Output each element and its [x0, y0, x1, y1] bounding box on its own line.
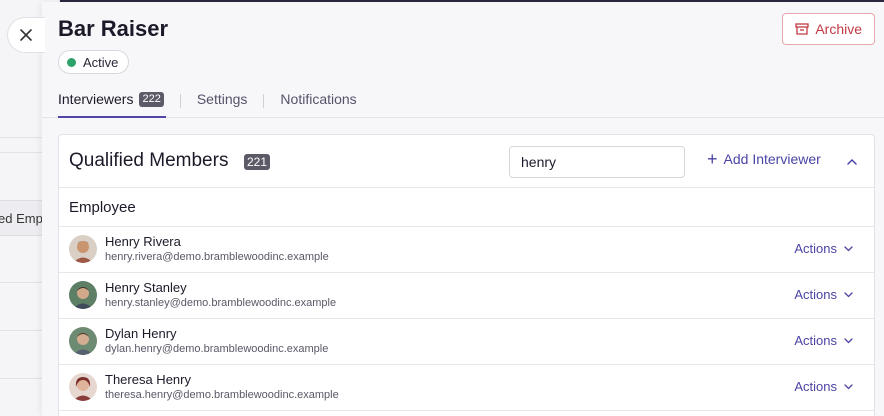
status-dot-icon	[67, 57, 76, 67]
actions-dropdown[interactable]: Actions	[794, 333, 854, 348]
background-divider	[0, 282, 42, 283]
actions-label: Actions	[794, 241, 837, 256]
actions-label: Actions	[794, 333, 837, 348]
member-name: Henry Stanley	[105, 280, 187, 295]
tab-label: Settings	[196, 91, 248, 107]
actions-label: Actions	[794, 379, 837, 394]
tab-divider	[179, 94, 181, 108]
archive-button[interactable]: Archive	[782, 13, 875, 45]
member-search-input[interactable]	[509, 146, 685, 178]
tab-bar: Interviewers 222 Settings Notifications	[58, 84, 357, 118]
background-divider	[0, 152, 42, 153]
interviewer-pool-drawer: Bar Raiser Active Archive Interviewers 2…	[42, 2, 884, 416]
tab-divider	[263, 94, 265, 108]
member-email: theresa.henry@demo.bramblewoodinc.exampl…	[105, 389, 339, 401]
avatar	[69, 281, 97, 309]
status-badge: Active	[58, 50, 130, 74]
add-interviewer-label: Add Interviewer	[723, 151, 821, 167]
status-label: Active	[83, 54, 119, 70]
member-row: Theresa Henry theresa.henry@demo.bramble…	[59, 365, 874, 411]
member-email: dylan.henry@demo.bramblewoodinc.example	[105, 343, 329, 355]
card-title: Qualified Members	[69, 150, 229, 171]
member-email: henry.stanley@demo.bramblewoodinc.exampl…	[105, 297, 337, 309]
actions-label: Actions	[794, 287, 837, 302]
actions-dropdown[interactable]: Actions	[794, 287, 854, 302]
person-photo-icon	[69, 373, 97, 401]
actions-dropdown[interactable]: Actions	[794, 241, 854, 256]
tab-count-badge: 222	[139, 92, 164, 107]
background-table-cell: ed Empl	[0, 200, 42, 236]
members-count-badge: 221	[244, 154, 271, 170]
person-photo-icon	[69, 281, 97, 309]
page-title: Bar Raiser	[58, 16, 169, 41]
tab-notifications[interactable]: Notifications	[280, 84, 356, 118]
card-header: Qualified Members 221 + Add Interviewer	[59, 135, 874, 188]
member-row: Dylan Henry dylan.henry@demo.bramblewood…	[59, 319, 874, 365]
actions-dropdown[interactable]: Actions	[794, 379, 854, 394]
chevron-down-icon	[844, 292, 853, 298]
member-row: Henry Rivera henry.rivera@demo.bramblewo…	[59, 227, 874, 273]
member-email: henry.rivera@demo.bramblewoodinc.example	[105, 251, 329, 263]
plus-icon: +	[707, 149, 718, 169]
chevron-down-icon	[844, 384, 853, 390]
avatar	[69, 373, 97, 401]
background-divider	[0, 330, 42, 331]
chevron-down-icon	[844, 338, 853, 344]
background-divider	[0, 137, 42, 138]
chevron-up-icon[interactable]	[845, 155, 859, 169]
avatar	[69, 235, 97, 263]
avatar	[69, 327, 97, 355]
close-icon	[20, 29, 32, 41]
tab-label: Notifications	[280, 91, 357, 107]
group-heading: Employee	[59, 188, 874, 227]
background-cell-text: ed Empl	[0, 211, 42, 226]
add-interviewer-button[interactable]: + Add Interviewer	[707, 149, 821, 169]
member-name: Dylan Henry	[105, 326, 177, 341]
member-name: Theresa Henry	[105, 372, 191, 387]
archive-icon	[795, 23, 809, 35]
archive-label: Archive	[815, 21, 862, 37]
tab-interviewers[interactable]: Interviewers 222	[58, 84, 166, 118]
person-photo-icon	[69, 327, 97, 355]
tab-label: Interviewers	[58, 91, 134, 107]
drawer-header: Bar Raiser Active Archive Interviewers 2…	[42, 2, 884, 118]
tab-settings[interactable]: Settings	[197, 84, 248, 118]
member-name: Henry Rivera	[105, 234, 181, 249]
chevron-down-icon	[844, 246, 853, 252]
close-drawer-button[interactable]	[7, 17, 45, 53]
member-row: Henry Stanley henry.stanley@demo.bramble…	[59, 273, 874, 319]
person-photo-icon	[69, 235, 97, 263]
background-divider	[0, 378, 42, 379]
qualified-members-card: Qualified Members 221 + Add Interviewer …	[58, 134, 875, 416]
